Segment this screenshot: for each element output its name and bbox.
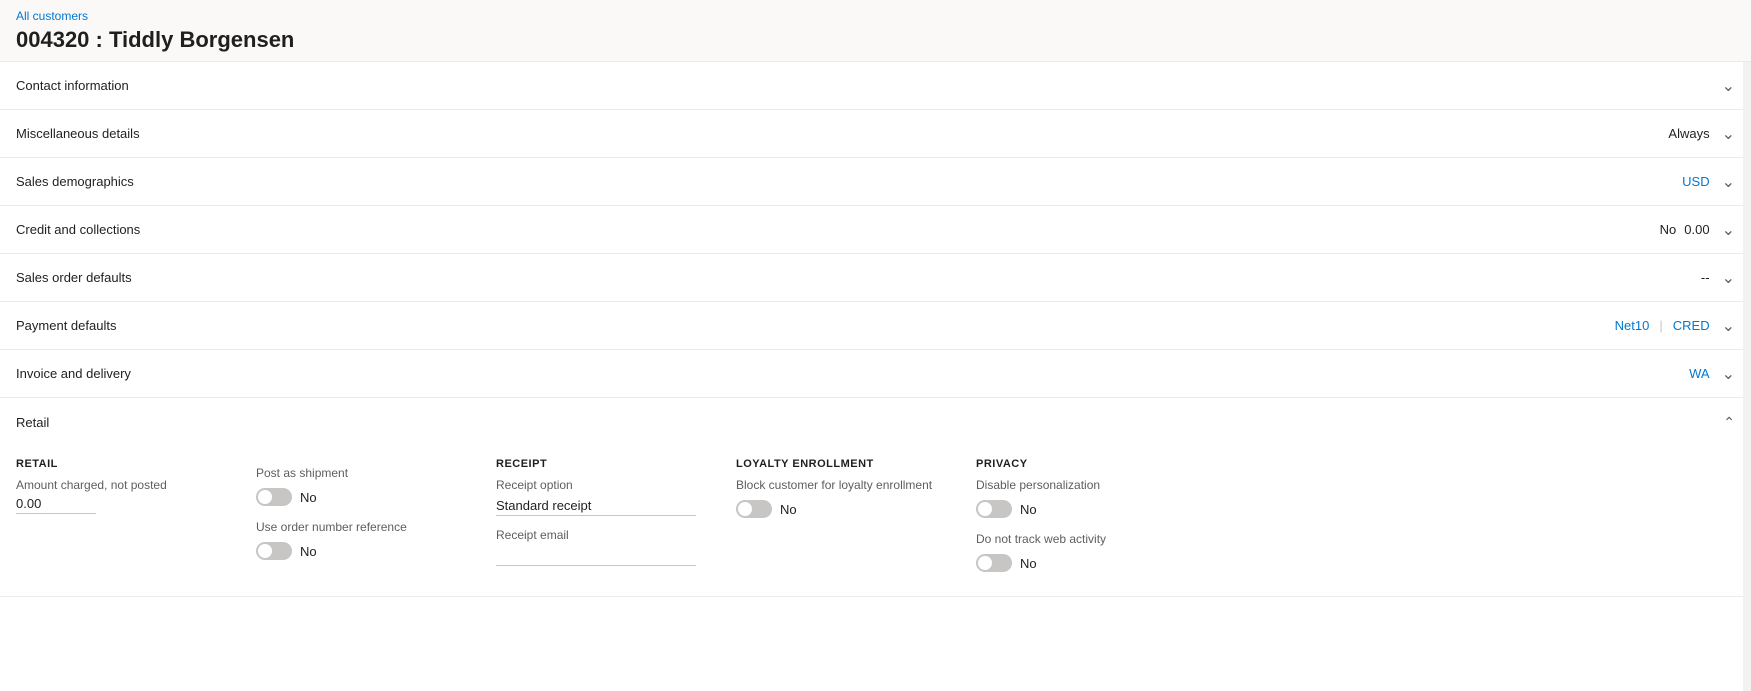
section-right-sales-demo: USD	[1682, 172, 1735, 192]
receipt-col-label: RECEIPT	[496, 458, 704, 470]
receipt-email-input[interactable]	[496, 546, 696, 566]
section-right-retail	[1719, 414, 1735, 431]
retail-amount-label: Amount charged, not posted	[16, 478, 224, 492]
section-value-sales-demo: USD	[1682, 174, 1709, 189]
section-miscellaneous-details[interactable]: Miscellaneous details Always	[0, 110, 1751, 158]
section-title-retail: Retail	[16, 415, 49, 430]
section-sales-demographics[interactable]: Sales demographics USD	[0, 158, 1751, 206]
do-not-track-toggle-row: No	[976, 554, 1184, 572]
section-right-sales-order: --	[1701, 268, 1735, 288]
retail-section-header[interactable]: Retail	[0, 398, 1751, 446]
post-as-shipment-value: No	[300, 490, 317, 505]
main-content: Contact information Miscellaneous detail…	[0, 62, 1751, 691]
disable-personalization-label: Disable personalization	[976, 478, 1184, 492]
section-sales-order-defaults[interactable]: Sales order defaults --	[0, 254, 1751, 302]
chevron-down-icon-sales-demo	[1722, 172, 1735, 192]
section-value-credit-no: No	[1660, 222, 1677, 237]
section-right-payment: Net10 | CRED	[1615, 316, 1735, 336]
use-order-number-value: No	[300, 544, 317, 559]
payment-separator: |	[1659, 318, 1662, 333]
use-order-number-label: Use order number reference	[256, 520, 464, 534]
chevron-down-icon-contact	[1722, 76, 1735, 96]
chevron-up-icon-retail	[1723, 414, 1735, 431]
section-invoice-delivery[interactable]: Invoice and delivery WA	[0, 350, 1751, 398]
post-as-shipment-label: Post as shipment	[256, 466, 464, 480]
chevron-down-icon-credit	[1722, 220, 1735, 240]
breadcrumb-link[interactable]: All customers	[16, 9, 88, 23]
section-title-misc: Miscellaneous details	[16, 126, 140, 141]
section-contact-information[interactable]: Contact information	[0, 62, 1751, 110]
post-as-shipment-toggle[interactable]	[256, 488, 292, 506]
post-as-shipment-toggle-row: No	[256, 488, 464, 506]
chevron-down-icon-misc	[1722, 124, 1735, 144]
retail-col-privacy: PRIVACY Disable personalization No Do no…	[976, 458, 1216, 576]
retail-content: RETAIL Amount charged, not posted 0.00 P…	[0, 446, 1751, 596]
section-credit-collections[interactable]: Credit and collections No 0.00	[0, 206, 1751, 254]
retail-col-label: RETAIL	[16, 458, 224, 470]
receipt-option-input[interactable]	[496, 496, 696, 516]
section-title-invoice: Invoice and delivery	[16, 366, 131, 381]
section-value-payment-net10: Net10	[1615, 318, 1650, 333]
section-title-payment: Payment defaults	[16, 318, 116, 333]
page-title: 004320 : Tiddly Borgensen	[0, 25, 1751, 61]
loyalty-col-label: LOYALTY ENROLLMENT	[736, 458, 944, 470]
section-right-misc: Always	[1668, 124, 1735, 144]
section-value-payment-cred: CRED	[1673, 318, 1710, 333]
section-value-sales-order: --	[1701, 270, 1710, 285]
retail-section: Retail RETAIL Amount charged, not posted…	[0, 398, 1751, 597]
retail-col-receipt: RECEIPT Receipt option Receipt email	[496, 458, 736, 576]
page-container: All customers 004320 : Tiddly Borgensen …	[0, 0, 1751, 691]
receipt-option-label: Receipt option	[496, 478, 704, 492]
section-value-misc: Always	[1668, 126, 1709, 141]
section-right-invoice: WA	[1689, 364, 1735, 384]
retail-col-retail: RETAIL Amount charged, not posted 0.00	[16, 458, 256, 576]
breadcrumb-area: All customers	[0, 0, 1751, 25]
do-not-track-toggle[interactable]	[976, 554, 1012, 572]
use-order-number-toggle-row: No	[256, 542, 464, 560]
privacy-col-label: PRIVACY	[976, 458, 1184, 470]
retail-col-shipment: Post as shipment No Use order number ref…	[256, 458, 496, 576]
section-title-credit: Credit and collections	[16, 222, 140, 237]
use-order-number-toggle[interactable]	[256, 542, 292, 560]
do-not-track-label: Do not track web activity	[976, 532, 1184, 546]
do-not-track-value: No	[1020, 556, 1037, 571]
section-value-invoice-wa: WA	[1689, 366, 1709, 381]
section-right-credit: No 0.00	[1660, 220, 1735, 240]
loyalty-block-label: Block customer for loyalty enrollment	[736, 478, 944, 492]
disable-personalization-toggle-row: No	[976, 500, 1184, 518]
section-title-sales-demo: Sales demographics	[16, 174, 134, 189]
scrollbar-track[interactable]	[1743, 62, 1751, 691]
loyalty-block-toggle-row: No	[736, 500, 944, 518]
disable-personalization-value: No	[1020, 502, 1037, 517]
section-right-contact	[1718, 76, 1735, 96]
chevron-down-icon-sales-order	[1722, 268, 1735, 288]
loyalty-block-toggle[interactable]	[736, 500, 772, 518]
section-payment-defaults[interactable]: Payment defaults Net10 | CRED	[0, 302, 1751, 350]
chevron-down-icon-invoice	[1722, 364, 1735, 384]
section-title-contact: Contact information	[16, 78, 129, 93]
disable-personalization-toggle[interactable]	[976, 500, 1012, 518]
loyalty-block-value: No	[780, 502, 797, 517]
retail-amount-value: 0.00	[16, 496, 96, 514]
retail-col-loyalty: LOYALTY ENROLLMENT Block customer for lo…	[736, 458, 976, 576]
section-title-sales-order: Sales order defaults	[16, 270, 132, 285]
section-value-credit-amount: 0.00	[1684, 222, 1709, 237]
chevron-down-icon-payment	[1722, 316, 1735, 336]
receipt-email-label: Receipt email	[496, 528, 704, 542]
